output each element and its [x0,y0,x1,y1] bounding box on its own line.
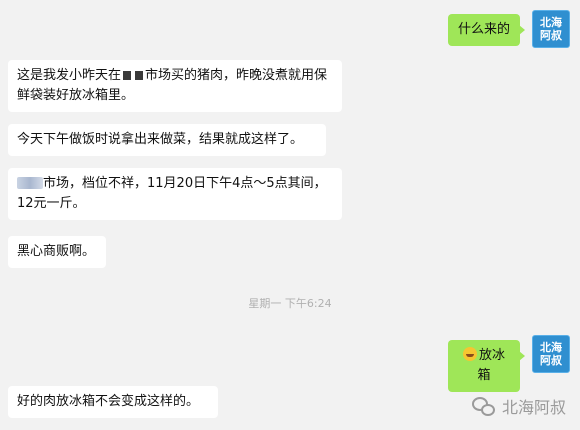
message-text: 市场，档位不祥，11月20日下午4点～5点其间，12元一斤。 [17,176,327,211]
laughing-emoji-icon [462,347,477,361]
message-text: 放冰箱 [477,348,505,383]
redacted-blur [17,177,43,189]
redacted-mark [123,71,132,80]
user-avatar[interactable]: 北海 阿叔 [532,335,570,373]
incoming-message[interactable]: 市场，档位不祥，11月20日下午4点～5点其间，12元一斤。 [8,168,342,220]
message-text: 黑心商贩啊。 [17,244,96,259]
message-text: 好的肉放冰箱不会变成这样的。 [17,394,200,409]
outgoing-message[interactable]: 什么来的 [448,14,525,46]
incoming-message[interactable]: 这是我发小昨天在 市场买的猪肉，昨晚没煮就用保鲜袋装好放冰箱里。 [8,60,342,112]
watermark: 北海阿叔 [471,394,566,418]
wechat-icon [471,397,495,416]
message-text: 这是我发小昨天在 [17,68,122,83]
redacted-mark [135,71,144,80]
outgoing-message[interactable]: 放冰箱 [448,340,525,392]
message-text: 什么来的 [457,22,510,37]
incoming-message[interactable]: 今天下午做饭时说拿出来做菜，结果就成这样了。 [8,124,326,156]
incoming-message[interactable]: 好的肉放冰箱不会变成这样的。 [8,386,218,418]
message-timestamp: 星期一 下午6:24 [248,297,332,310]
incoming-message[interactable]: 黑心商贩啊。 [8,236,106,268]
user-avatar[interactable]: 北海 阿叔 [532,10,570,48]
watermark-text: 北海阿叔 [501,398,566,417]
message-text: 今天下午做饭时说拿出来做菜，结果就成这样了。 [17,132,304,147]
